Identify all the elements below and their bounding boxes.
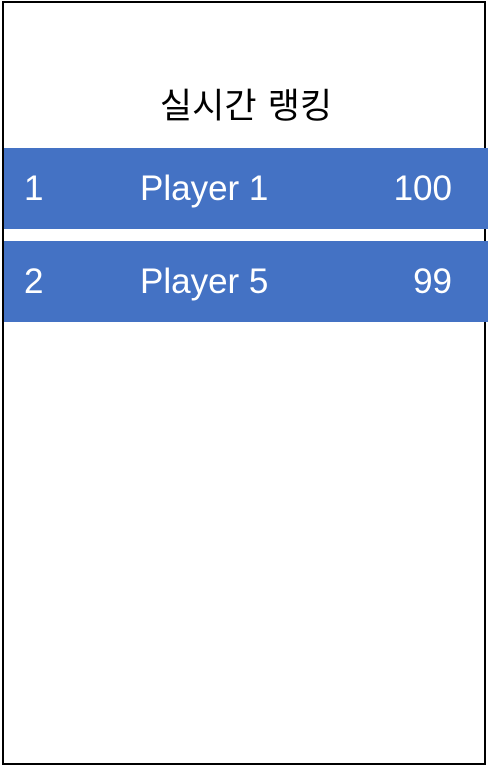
player-name: Player 5 — [140, 262, 269, 301]
rank-number: 1 — [24, 169, 44, 208]
ranking-list: 1 Player 1 100 2 Player 5 99 — [4, 148, 488, 334]
player-name: Player 1 — [140, 169, 269, 208]
ranking-panel: 실시간 랭킹 1 Player 1 100 2 Player 5 99 — [2, 1, 488, 765]
rank-number: 2 — [24, 262, 44, 301]
page-title: 실시간 랭킹 — [159, 87, 333, 127]
player-score: 99 — [413, 262, 452, 301]
player-score: 100 — [393, 169, 452, 208]
ranking-row[interactable]: 2 Player 5 99 — [4, 241, 488, 322]
ranking-row[interactable]: 1 Player 1 100 — [4, 148, 488, 229]
